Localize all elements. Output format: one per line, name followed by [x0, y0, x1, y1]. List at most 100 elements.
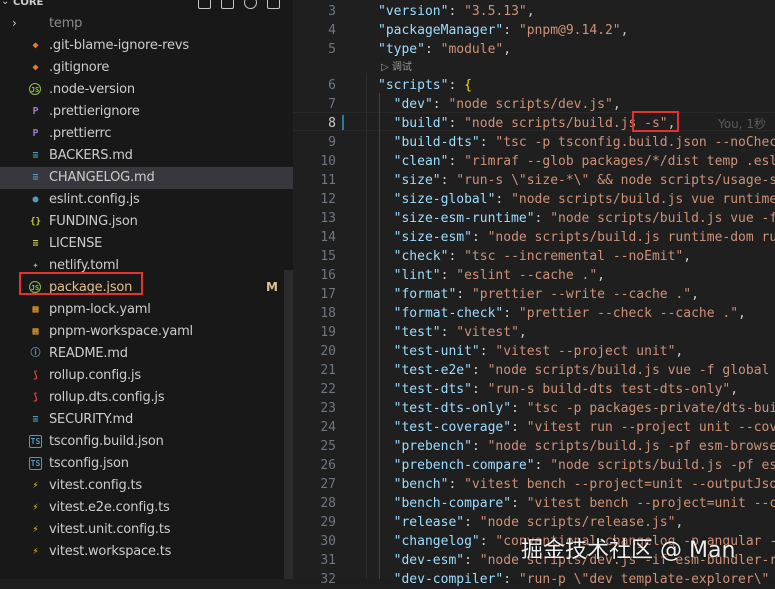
lines-icon: ≡ — [32, 150, 39, 161]
file-label: pnpm-workspace.yaml — [49, 324, 193, 339]
code-token: : — [471, 230, 488, 245]
code-token: : — [440, 325, 457, 340]
line-number: 20 — [320, 344, 336, 359]
file-item[interactable]: ⚡ vitest.workspace.ts — [0, 541, 293, 563]
folder-item[interactable]: › temp — [0, 13, 293, 35]
file-item[interactable]: P .prettierrc — [0, 123, 293, 145]
code-text: "type": "module", — [378, 40, 511, 59]
file-item[interactable]: JS .node-version — [0, 79, 293, 101]
file-label: README.md — [49, 346, 128, 361]
code-token: "prebench" — [393, 439, 472, 454]
code-token: "dev-esm" — [393, 553, 465, 568]
code-token: , — [691, 287, 699, 302]
collapse-all-icon[interactable] — [267, 0, 280, 9]
codelens[interactable]: ▷ 调试 — [293, 58, 775, 74]
line-number: 3 — [328, 4, 336, 19]
code-token: : — [464, 515, 480, 530]
code-token: : — [471, 382, 488, 397]
code-line[interactable]: 3 "version": "3.5.13", — [293, 2, 775, 21]
file-item[interactable]: TS tsconfig.json — [0, 453, 293, 475]
code-token: : — [448, 116, 465, 131]
code-token: "format-check" — [393, 306, 504, 321]
code-token: : — [448, 78, 465, 93]
code-text: "test-unit": "vitest --project unit", — [378, 342, 684, 361]
codelens-debug-link[interactable]: ▷ 调试 — [381, 58, 412, 77]
code-token: : — [503, 23, 519, 38]
file-item[interactable]: ⚡ vitest.config.ts — [0, 475, 293, 497]
code-token: : — [479, 135, 496, 150]
line-number: 13 — [320, 211, 336, 226]
file-item[interactable]: ⚡ vitest.unit.config.ts — [0, 519, 293, 541]
new-folder-icon[interactable] — [221, 0, 234, 9]
line-number: 19 — [320, 325, 336, 340]
file-item[interactable]: {} FUNDING.json — [0, 211, 293, 233]
refresh-icon[interactable] — [244, 0, 257, 9]
file-label: pnpm-lock.yaml — [49, 302, 151, 317]
chevron-right-icon[interactable]: › — [12, 16, 17, 30]
code-token: "test-e2e" — [393, 363, 472, 378]
file-item[interactable]: ≡ LICENSE — [0, 233, 293, 255]
file-item[interactable]: ≡ BACKERS.md — [0, 145, 293, 167]
code-token: : — [503, 306, 519, 321]
line-number: 9 — [328, 135, 336, 150]
file-item[interactable]: ⟆ rollup.dts.config.js — [0, 387, 293, 409]
file-label: CHANGELOG.md — [49, 170, 155, 185]
code-token: "dev-compiler" — [393, 572, 504, 587]
code-token: "bench" — [393, 477, 449, 492]
p-icon: P — [32, 128, 39, 139]
code-text: "build": "node scripts/build.js -s", — [378, 114, 676, 133]
code-token: "node scripts/build.js runtime-dom run — [487, 230, 775, 245]
indent-guide-active — [379, 93, 381, 579]
code-text: "format-check": "prettier --check --cach… — [378, 304, 746, 323]
line-number: 16 — [320, 268, 336, 283]
file-item[interactable]: TS tsconfig.build.json — [0, 431, 293, 453]
file-label: netlify.toml — [49, 258, 119, 273]
code-token: "test-coverage" — [393, 420, 512, 435]
code-token: "node scripts/dev.js" — [448, 97, 613, 112]
pnpm-icon: ▦ — [32, 304, 39, 315]
file-item[interactable]: ▦ pnpm-lock.yaml — [0, 299, 293, 321]
line-number: 31 — [320, 553, 336, 568]
code-token: "eslint --cache ." — [456, 268, 598, 283]
file-item[interactable]: ≡ SECURITY.md — [0, 409, 293, 431]
code-text: "size-global": "node scripts/build.js vu… — [378, 190, 775, 209]
code-token: "clean" — [393, 154, 449, 169]
new-file-icon[interactable] — [198, 0, 211, 9]
code-token: : — [440, 268, 457, 283]
code-line[interactable]: 4 "packageManager": "pnpm@9.14.2", — [293, 21, 775, 40]
code-text: "check": "tsc --incremental --noEmit", — [378, 247, 691, 266]
code-token: : — [448, 477, 465, 492]
file-item[interactable]: ◆ .gitignore — [0, 57, 293, 79]
code-text: "test-dts-only": "tsc -p packages-privat… — [378, 399, 775, 418]
code-token: , — [683, 249, 692, 264]
annotation-highlight-box — [19, 272, 143, 295]
sidebar-scrollbar[interactable] — [284, 270, 293, 579]
file-item[interactable]: ⓘ README.md — [0, 343, 293, 365]
chevron-down-icon[interactable]: ⌄ — [1, 0, 9, 7]
file-item[interactable]: ≡ CHANGELOG.md — [0, 167, 293, 189]
line-number: 32 — [320, 572, 336, 587]
explorer-section-header[interactable]: ⌄ CORE — [0, 0, 293, 14]
code-text: "version": "3.5.13", — [378, 2, 535, 21]
line-number: 24 — [320, 420, 336, 435]
file-label: vitest.workspace.ts — [49, 544, 172, 559]
code-line[interactable]: 5 "type": "module", — [293, 40, 775, 59]
file-item[interactable]: ◆ .git-blame-ignore-revs — [0, 35, 293, 57]
line-number: 14 — [320, 230, 336, 245]
code-token: , — [738, 306, 746, 321]
file-item[interactable]: P .prettierignore — [0, 101, 293, 123]
file-item[interactable]: ⚡ vitest.e2e.config.ts — [0, 497, 293, 519]
code-token: "prebench-compare" — [393, 458, 535, 473]
file-item[interactable]: ● eslint.config.js — [0, 189, 293, 211]
file-item[interactable]: ▦ pnpm-workspace.yaml — [0, 321, 293, 343]
code-text: "size": "run-s \"size-*\" && node script… — [378, 171, 775, 190]
file-item[interactable]: ⟆ rollup.config.js — [0, 365, 293, 387]
info-icon: ⓘ — [30, 348, 41, 359]
code-text: "scripts": { — [378, 76, 472, 95]
code-token: : — [432, 97, 449, 112]
code-text: "test": "vitest", — [378, 323, 527, 342]
code-token: : — [471, 439, 488, 454]
code-token: : — [448, 4, 465, 19]
code-token: "run-p \"dev template-explorer\" — [518, 572, 775, 587]
file-label: BACKERS.md — [49, 148, 133, 163]
